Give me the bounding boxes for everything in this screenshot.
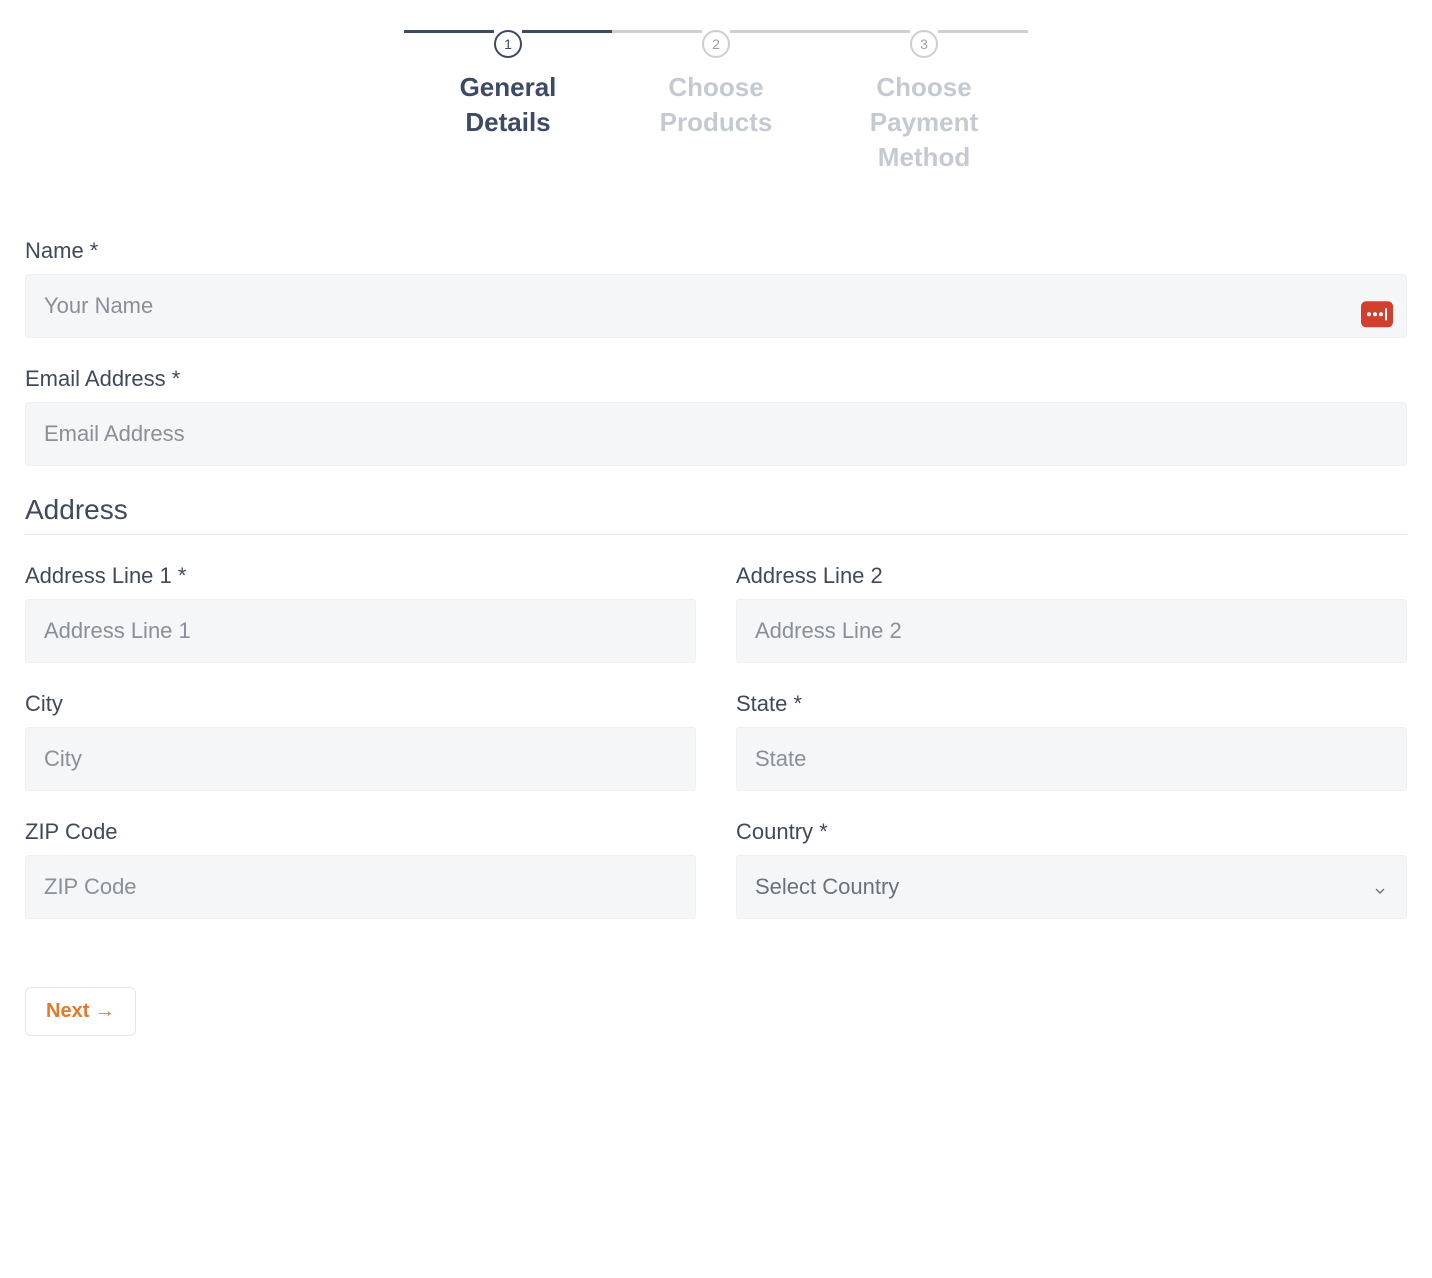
country-select-placeholder: Select Country — [755, 874, 899, 900]
step-1[interactable]: 1 General Details — [494, 30, 522, 58]
email-label: Email Address * — [25, 366, 1407, 392]
step-3[interactable]: 3 Choose Payment Method — [910, 30, 938, 58]
step-line-leading — [404, 30, 494, 33]
email-input[interactable] — [25, 402, 1407, 466]
step-line-2-3b — [820, 30, 910, 33]
step-2[interactable]: 2 Choose Products — [702, 30, 730, 58]
address1-label: Address Line 1 * — [25, 563, 696, 589]
zip-label: ZIP Code — [25, 819, 696, 845]
step-line-2-3a — [730, 30, 820, 33]
step-3-circle: 3 — [910, 30, 938, 58]
state-input[interactable] — [736, 727, 1407, 791]
address-section-title: Address — [25, 494, 1407, 526]
country-select[interactable]: Select Country — [736, 855, 1407, 919]
chevron-down-icon — [1372, 879, 1388, 895]
city-input[interactable] — [25, 727, 696, 791]
city-label: City — [25, 691, 696, 717]
address1-input[interactable] — [25, 599, 696, 663]
step-line-trailing — [938, 30, 1028, 33]
address2-label: Address Line 2 — [736, 563, 1407, 589]
step-line-1-2b — [612, 30, 702, 33]
state-label: State * — [736, 691, 1407, 717]
zip-input[interactable] — [25, 855, 696, 919]
address-divider — [25, 534, 1407, 535]
step-2-label: Choose Products — [636, 70, 796, 140]
password-manager-icon[interactable] — [1361, 301, 1393, 327]
general-details-form: Name * Email Address * Address Address L… — [25, 238, 1407, 1036]
next-button[interactable]: Next → — [25, 987, 136, 1036]
address2-input[interactable] — [736, 599, 1407, 663]
step-1-label: General Details — [428, 70, 588, 140]
step-indicator: 1 General Details 2 Choose Products 3 Ch… — [25, 30, 1407, 58]
step-line-1-2a — [522, 30, 612, 33]
name-label: Name * — [25, 238, 1407, 264]
step-1-circle: 1 — [494, 30, 522, 58]
step-2-circle: 2 — [702, 30, 730, 58]
next-button-label: Next → — [46, 1000, 115, 1023]
step-3-label: Choose Payment Method — [844, 70, 1004, 175]
name-input[interactable] — [25, 274, 1407, 338]
country-label: Country * — [736, 819, 1407, 845]
